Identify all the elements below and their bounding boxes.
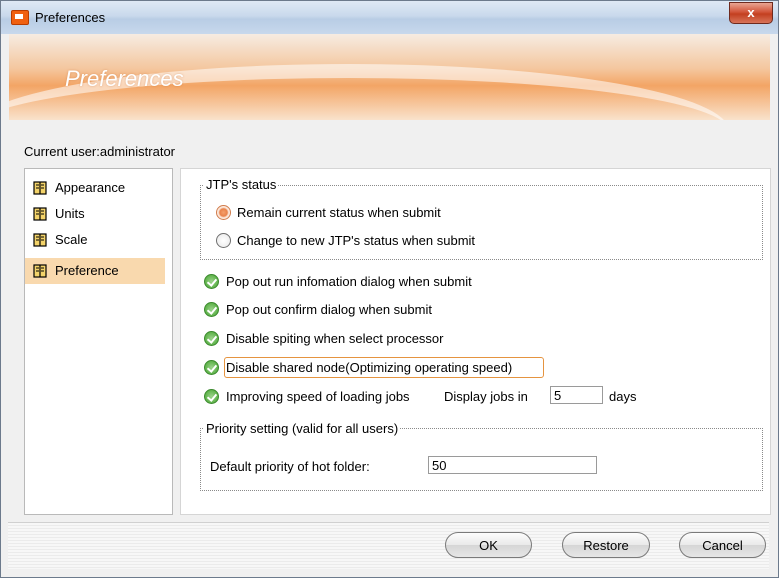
checkbox-disable-spiting[interactable] <box>204 331 219 346</box>
radio-change-status-label[interactable]: Change to new JTP's status when submit <box>237 233 475 248</box>
sidebar-item-label: Preference <box>55 263 119 278</box>
jtp-status-legend: JTP's status <box>204 177 279 192</box>
sidebar-item-appearance[interactable]: Appearance <box>31 175 166 201</box>
jtp-status-group <box>200 185 763 260</box>
window-title: Preferences <box>35 10 106 25</box>
checkbox-run-info-dialog[interactable] <box>204 274 219 289</box>
sidebar-item-scale[interactable]: Scale <box>31 227 166 253</box>
app-icon <box>11 10 29 25</box>
radio-change-status[interactable] <box>216 233 231 248</box>
header-banner: Preferences <box>9 34 770 120</box>
checkbox-improving-speed[interactable] <box>204 389 219 404</box>
cancel-button[interactable]: Cancel <box>679 532 766 558</box>
sidebar-item-label: Scale <box>55 232 88 247</box>
category-list: Appearance Units Scale Preference <box>24 168 173 515</box>
checkbox-disable-spiting-label[interactable]: Disable spiting when select processor <box>226 331 444 346</box>
title-bar[interactable]: Preferences x <box>1 1 778 34</box>
ok-button[interactable]: OK <box>445 532 532 558</box>
book-icon <box>33 233 47 247</box>
current-user-label: Current user:administrator <box>24 144 175 159</box>
default-priority-input[interactable] <box>428 456 597 474</box>
radio-remain-status-label[interactable]: Remain current status when submit <box>237 205 441 220</box>
sidebar-item-units[interactable]: Units <box>31 201 166 227</box>
sidebar-item-preference[interactable]: Preference <box>25 258 165 284</box>
checkbox-confirm-dialog-label[interactable]: Pop out confirm dialog when submit <box>226 302 432 317</box>
header-title: Preferences <box>65 66 184 91</box>
checkbox-disable-shared-node[interactable] <box>204 360 219 375</box>
default-priority-label: Default priority of hot folder: <box>210 459 370 474</box>
display-jobs-days-input[interactable] <box>550 386 603 404</box>
restore-button[interactable]: Restore <box>562 532 650 558</box>
checkbox-confirm-dialog[interactable] <box>204 302 219 317</box>
book-icon <box>33 207 47 221</box>
checkbox-run-info-dialog-label[interactable]: Pop out run infomation dialog when submi… <box>226 274 472 289</box>
checkbox-disable-shared-node-label[interactable]: Disable shared node(Optimizing operating… <box>226 360 512 375</box>
close-icon: x <box>747 5 755 20</box>
priority-legend: Priority setting (valid for all users) <box>204 421 401 436</box>
display-jobs-suffix: days <box>609 389 637 404</box>
checkbox-improving-speed-label[interactable]: Improving speed of loading jobs <box>226 389 410 404</box>
book-icon <box>33 264 47 278</box>
button-bar <box>8 522 769 569</box>
sidebar-item-label: Appearance <box>55 180 126 195</box>
close-button[interactable]: x <box>729 2 773 24</box>
radio-remain-status[interactable] <box>216 205 231 220</box>
book-icon <box>33 181 47 195</box>
sidebar-item-label: Units <box>55 206 85 221</box>
display-jobs-label: Display jobs in <box>444 389 528 404</box>
